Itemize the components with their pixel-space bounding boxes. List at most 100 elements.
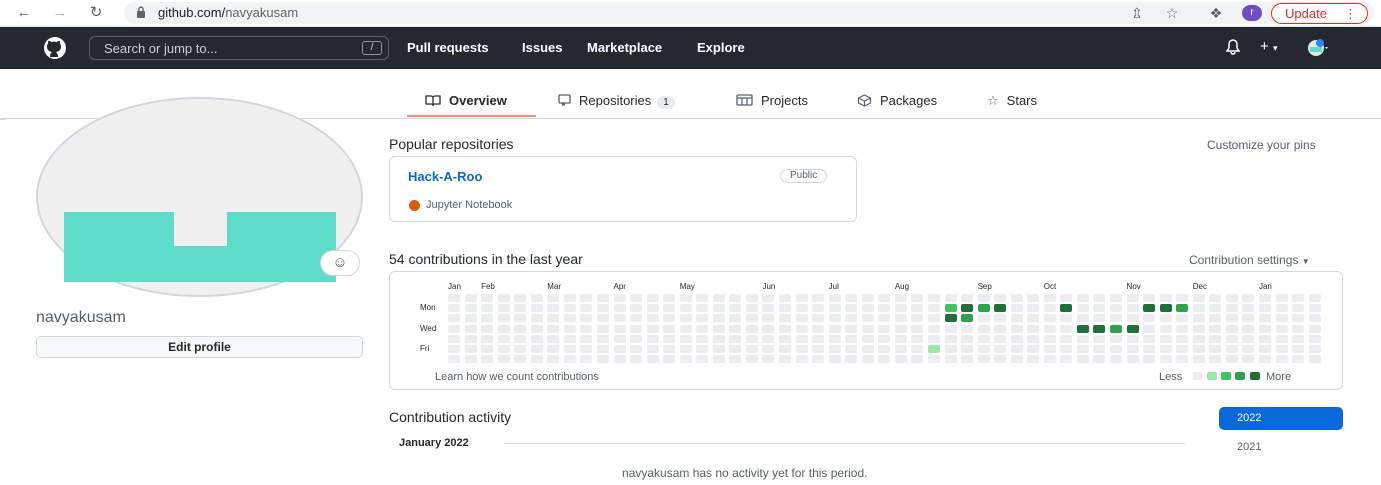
- contribution-day-cell[interactable]: [696, 294, 709, 302]
- contribution-day-cell[interactable]: [547, 314, 560, 323]
- contribution-day-cell[interactable]: [1225, 304, 1238, 313]
- contribution-day-cell[interactable]: [448, 355, 460, 364]
- contribution-day-cell[interactable]: [1060, 294, 1073, 302]
- contribution-day-cell[interactable]: [1242, 355, 1255, 364]
- contribution-day-cell[interactable]: [745, 304, 758, 313]
- contribution-day-cell[interactable]: [1209, 324, 1222, 333]
- contribution-day-cell[interactable]: [977, 345, 990, 353]
- reload-icon[interactable]: ↻: [86, 4, 106, 22]
- contribution-day-cell[interactable]: [1093, 334, 1106, 343]
- contribution-day-cell[interactable]: [679, 345, 692, 353]
- contribution-day-cell[interactable]: [1060, 334, 1073, 343]
- contribution-day-cell[interactable]: [911, 345, 924, 353]
- contribution-day-cell[interactable]: [1258, 345, 1271, 353]
- contribution-day-cell[interactable]: [1242, 294, 1255, 302]
- contribution-day-cell[interactable]: [1308, 294, 1321, 302]
- contribution-day-cell[interactable]: [961, 324, 974, 333]
- contribution-day-cell[interactable]: [894, 355, 907, 364]
- contribution-day-cell[interactable]: [812, 314, 825, 323]
- extensions-puzzle-icon[interactable]: ❖: [1207, 4, 1225, 22]
- contribution-day-cell[interactable]: [1308, 314, 1321, 323]
- contribution-day-cell[interactable]: [547, 304, 560, 313]
- contribution-day-cell[interactable]: [712, 304, 725, 313]
- contribution-day-cell[interactable]: [994, 334, 1007, 343]
- contribution-day-cell[interactable]: [894, 324, 907, 333]
- contribution-day-cell[interactable]: [944, 294, 957, 302]
- contribution-day-cell[interactable]: [1159, 355, 1172, 364]
- contribution-day-cell[interactable]: [911, 334, 924, 343]
- contribution-day-cell[interactable]: [630, 324, 643, 333]
- contribution-day-cell[interactable]: [1093, 294, 1106, 302]
- contribution-day-cell[interactable]: [497, 334, 510, 343]
- contribution-day-cell[interactable]: [712, 334, 725, 343]
- contribution-day-cell[interactable]: [679, 294, 692, 302]
- contribution-day-cell[interactable]: [464, 355, 477, 364]
- contribution-day-cell[interactable]: [497, 345, 510, 353]
- contribution-day-cell[interactable]: [464, 324, 477, 333]
- contribution-day-cell[interactable]: [448, 345, 460, 353]
- contribution-day-cell[interactable]: [812, 355, 825, 364]
- contribution-day-cell[interactable]: [994, 304, 1007, 313]
- contribution-day-cell[interactable]: [729, 314, 742, 323]
- contribution-day-cell[interactable]: [448, 314, 460, 323]
- contribution-day-cell[interactable]: [563, 334, 576, 343]
- contribution-day-cell[interactable]: [927, 345, 940, 353]
- contribution-day-cell[interactable]: [1043, 324, 1056, 333]
- contribution-day-cell[interactable]: [944, 304, 957, 313]
- contribution-day-cell[interactable]: [961, 334, 974, 343]
- contribution-day-cell[interactable]: [1060, 345, 1073, 353]
- contribution-day-cell[interactable]: [1292, 334, 1305, 343]
- contribution-day-cell[interactable]: [712, 294, 725, 302]
- contribution-day-cell[interactable]: [596, 304, 609, 313]
- contribution-day-cell[interactable]: [861, 294, 874, 302]
- contribution-day-cell[interactable]: [563, 345, 576, 353]
- contribution-day-cell[interactable]: [530, 304, 543, 313]
- contribution-day-cell[interactable]: [1308, 345, 1321, 353]
- contribution-day-cell[interactable]: [762, 345, 775, 353]
- contribution-day-cell[interactable]: [464, 304, 477, 313]
- contribution-day-cell[interactable]: [927, 324, 940, 333]
- contribution-day-cell[interactable]: [1159, 345, 1172, 353]
- contribution-day-cell[interactable]: [1010, 314, 1023, 323]
- contribution-day-cell[interactable]: [1076, 355, 1089, 364]
- contribution-day-cell[interactable]: [1258, 294, 1271, 302]
- nav-issues[interactable]: Issues: [522, 40, 562, 55]
- contribution-day-cell[interactable]: [580, 294, 593, 302]
- contribution-day-cell[interactable]: [1076, 304, 1089, 313]
- contribution-day-cell[interactable]: [1010, 334, 1023, 343]
- contribution-day-cell[interactable]: [1143, 345, 1156, 353]
- contribution-day-cell[interactable]: [1225, 355, 1238, 364]
- contribution-day-cell[interactable]: [961, 294, 974, 302]
- contribution-day-cell[interactable]: [894, 334, 907, 343]
- contribution-day-cell[interactable]: [464, 314, 477, 323]
- contribution-day-cell[interactable]: [762, 314, 775, 323]
- contribution-day-cell[interactable]: [911, 304, 924, 313]
- notifications-bell-icon[interactable]: [1226, 39, 1240, 55]
- set-status-smiley-icon[interactable]: ☺: [320, 250, 360, 276]
- tab-repositories[interactable]: Repositories 1: [558, 93, 675, 109]
- contribution-day-cell[interactable]: [1225, 294, 1238, 302]
- contribution-day-cell[interactable]: [828, 304, 841, 313]
- contribution-day-cell[interactable]: [1126, 355, 1139, 364]
- contribution-day-cell[interactable]: [1242, 324, 1255, 333]
- contribution-day-cell[interactable]: [944, 334, 957, 343]
- contribution-day-cell[interactable]: [1110, 355, 1122, 364]
- contribution-day-cell[interactable]: [795, 304, 808, 313]
- contribution-day-cell[interactable]: [464, 294, 477, 302]
- contribution-day-cell[interactable]: [663, 314, 676, 323]
- contribution-day-cell[interactable]: [1076, 314, 1089, 323]
- contribution-day-cell[interactable]: [481, 334, 494, 343]
- contribution-day-cell[interactable]: [1043, 345, 1056, 353]
- contribution-day-cell[interactable]: [1159, 294, 1172, 302]
- contribution-day-cell[interactable]: [1258, 314, 1271, 323]
- contribution-day-cell[interactable]: [795, 324, 808, 333]
- contribution-day-cell[interactable]: [712, 345, 725, 353]
- contribution-day-cell[interactable]: [481, 355, 494, 364]
- contribution-day-cell[interactable]: [894, 314, 907, 323]
- contribution-day-cell[interactable]: [646, 355, 659, 364]
- contribution-day-cell[interactable]: [696, 345, 709, 353]
- contribution-day-cell[interactable]: [878, 355, 891, 364]
- contribution-day-cell[interactable]: [679, 304, 692, 313]
- contribution-day-cell[interactable]: [596, 314, 609, 323]
- contribution-day-cell[interactable]: [1192, 355, 1205, 364]
